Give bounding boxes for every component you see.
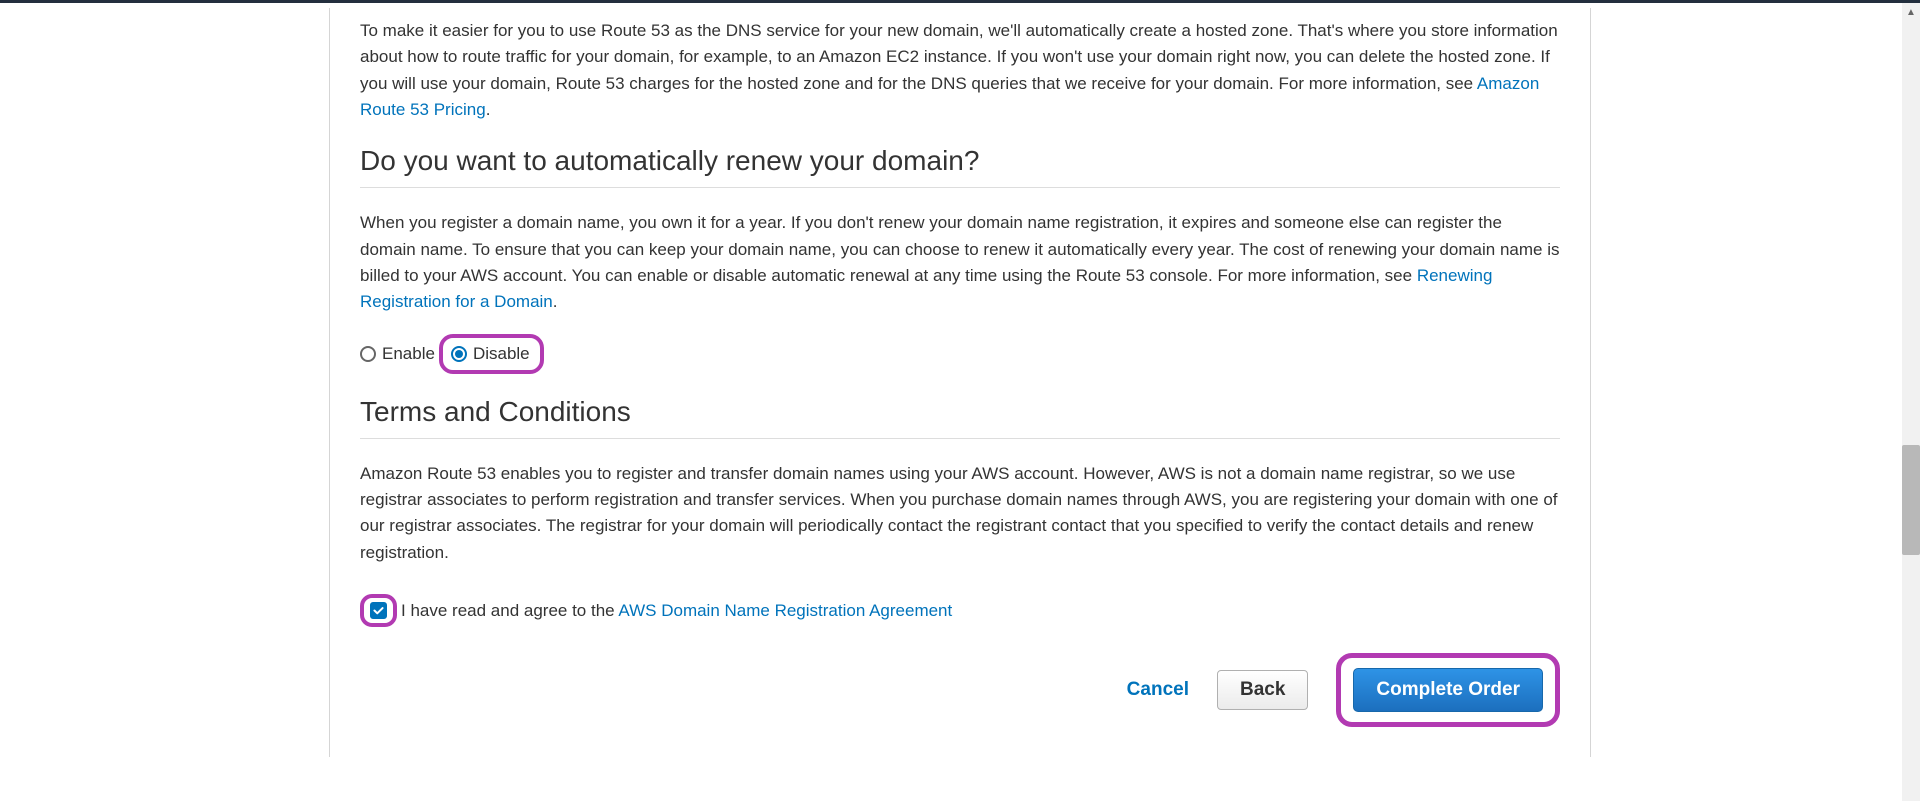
button-row: Cancel Back Complete Order xyxy=(360,653,1560,727)
content-panel: To make it easier for you to use Route 5… xyxy=(329,8,1591,757)
agree-prefix: I have read and agree to the xyxy=(401,601,618,620)
terms-heading: Terms and Conditions xyxy=(360,396,1560,439)
agree-label: I have read and agree to the AWS Domain … xyxy=(401,601,952,621)
agree-checkbox[interactable] xyxy=(370,602,387,619)
terms-body: Amazon Route 53 enables you to register … xyxy=(360,461,1560,566)
back-button[interactable]: Back xyxy=(1217,670,1308,710)
enable-radio-option[interactable]: Enable xyxy=(360,344,435,364)
auto-renew-suffix: . xyxy=(553,292,558,311)
agreement-link[interactable]: AWS Domain Name Registration Agreement xyxy=(618,601,952,620)
disable-highlight: Disable xyxy=(439,334,544,374)
auto-renew-heading: Do you want to automatically renew your … xyxy=(360,145,1560,188)
scrollbar[interactable]: ▲ xyxy=(1902,3,1920,801)
agree-checkbox-highlight xyxy=(360,594,397,627)
hosted-zone-suffix: . xyxy=(486,100,491,119)
disable-radio-option[interactable]: Disable xyxy=(451,344,530,364)
enable-radio-label: Enable xyxy=(382,344,435,364)
scroll-up-icon[interactable]: ▲ xyxy=(1902,3,1920,21)
complete-order-button[interactable]: Complete Order xyxy=(1353,668,1543,712)
hosted-zone-text: To make it easier for you to use Route 5… xyxy=(360,21,1558,93)
enable-radio-input[interactable] xyxy=(360,346,376,362)
complete-highlight: Complete Order xyxy=(1336,653,1560,727)
auto-renew-radio-group: Enable Disable xyxy=(360,334,1560,374)
auto-renew-info: When you register a domain name, you own… xyxy=(360,210,1560,315)
scroll-thumb[interactable] xyxy=(1902,445,1920,555)
hosted-zone-info: To make it easier for you to use Route 5… xyxy=(360,18,1560,123)
page-wrapper: To make it easier for you to use Route 5… xyxy=(0,3,1920,757)
disable-radio-label: Disable xyxy=(473,344,530,364)
check-icon xyxy=(372,604,385,617)
agree-row: I have read and agree to the AWS Domain … xyxy=(360,594,1560,627)
auto-renew-text: When you register a domain name, you own… xyxy=(360,213,1559,285)
disable-radio-input[interactable] xyxy=(451,346,467,362)
cancel-button[interactable]: Cancel xyxy=(1127,679,1189,701)
